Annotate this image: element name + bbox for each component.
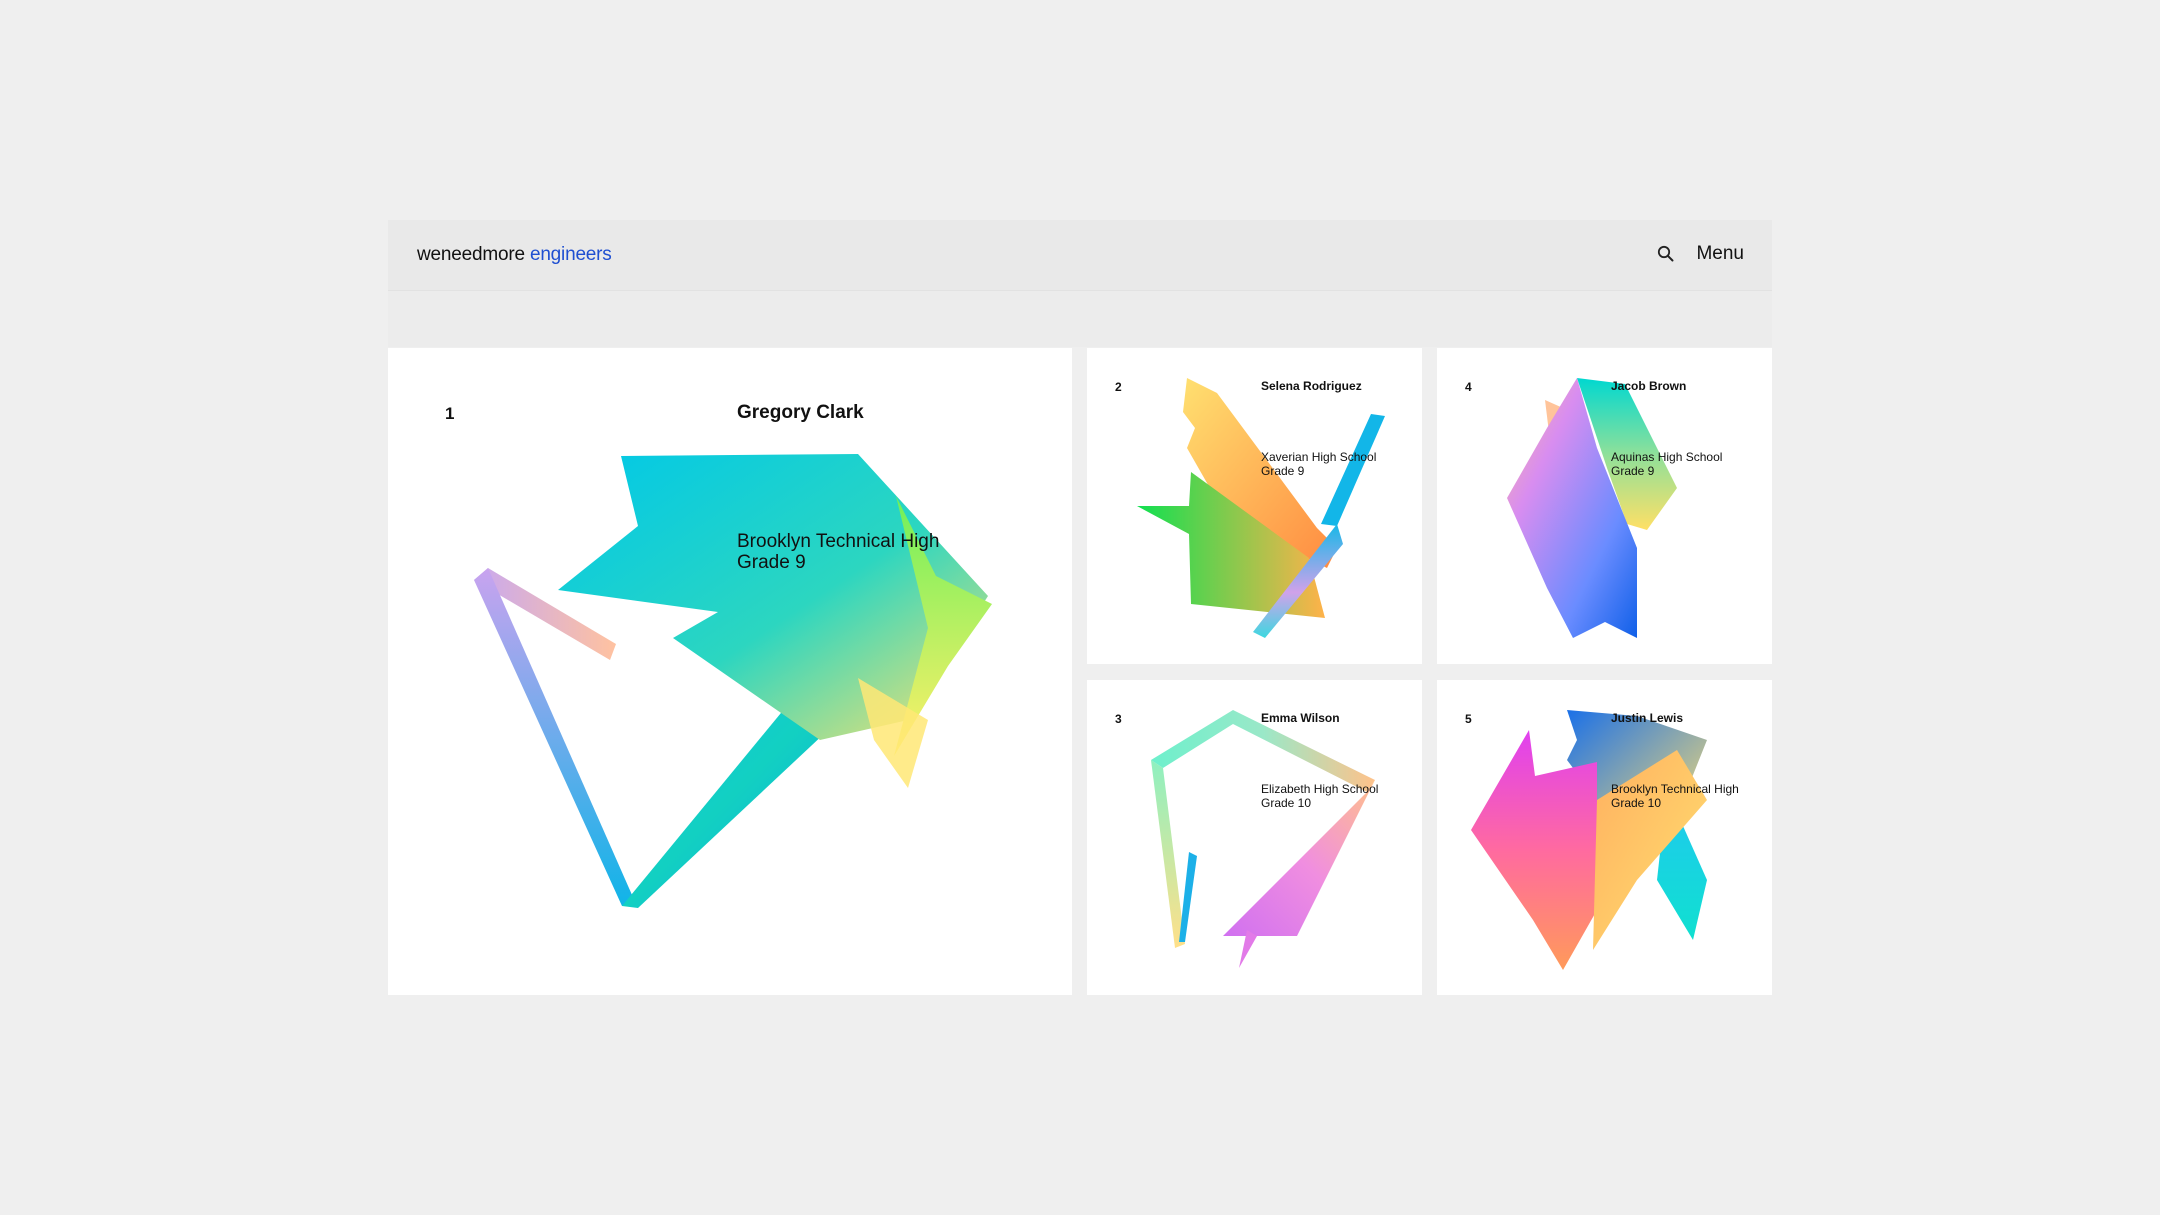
logo[interactable]: weneedmore engineers (417, 244, 612, 266)
card-number: 5 (1465, 712, 1472, 726)
student-grade: Grade 9 (1261, 464, 1305, 478)
student-school: Elizabeth High School (1261, 782, 1379, 796)
student-info: Xaverian High School Grade 9 (1261, 450, 1376, 478)
artwork-5 (1471, 710, 1707, 970)
logo-main: weneedmore (417, 244, 525, 265)
student-name: Justin Lewis (1611, 711, 1684, 725)
artwork-1 (474, 454, 992, 908)
artwork-3 (1151, 710, 1375, 968)
student-card-5[interactable]: 5 Justin Lewis Brooklyn Technical High G… (1437, 680, 1772, 995)
student-school: Brooklyn Technical High (1611, 782, 1739, 796)
card-number: 1 (445, 404, 455, 423)
search-icon[interactable] (1656, 244, 1676, 264)
artwork-2 (1137, 378, 1385, 638)
student-name: Emma Wilson (1261, 711, 1340, 725)
menu-button[interactable]: Menu (1696, 243, 1744, 265)
site: weneedmore engineers Menu 1 Gregory Clar… (388, 220, 1772, 995)
student-card-4[interactable]: 4 Jacob Brown Aquinas High School Grade … (1437, 348, 1772, 664)
student-card-2[interactable]: 2 Selena Rodriguez Xaverian High School … (1087, 348, 1422, 664)
student-grade: Grade 10 (1261, 796, 1312, 810)
student-name: Gregory Clark (737, 402, 864, 423)
student-card-3[interactable]: 3 Emma Wilson Elizabeth High School Grad… (1087, 680, 1422, 995)
logo-accent: engineers (529, 244, 612, 265)
card-number: 3 (1115, 712, 1122, 726)
student-info: Aquinas High School Grade 9 (1611, 450, 1722, 478)
student-card-1[interactable]: 1 Gregory Clark Brooklyn Technical High … (388, 348, 1072, 995)
student-grade: Grade 10 (1611, 796, 1662, 810)
student-school: Brooklyn Technical High (737, 531, 940, 552)
card-number: 2 (1115, 380, 1122, 394)
student-info: Elizabeth High School Grade 10 (1261, 782, 1378, 810)
student-grade: Grade 9 (1611, 464, 1655, 478)
student-name: Selena Rodriguez (1261, 379, 1362, 393)
student-name: Jacob Brown (1611, 379, 1687, 393)
student-info: Brooklyn Technical High Grade 10 (1611, 782, 1739, 810)
header: weneedmore engineers Menu (388, 220, 1772, 291)
student-school: Aquinas High School (1611, 450, 1723, 464)
card-number: 4 (1465, 380, 1472, 394)
student-school: Xaverian High School (1261, 450, 1377, 464)
artwork-4 (1507, 378, 1677, 638)
student-grade: Grade 9 (737, 552, 806, 573)
header-band (388, 291, 1772, 347)
student-info: Brooklyn Technical High Grade 9 (737, 531, 939, 573)
